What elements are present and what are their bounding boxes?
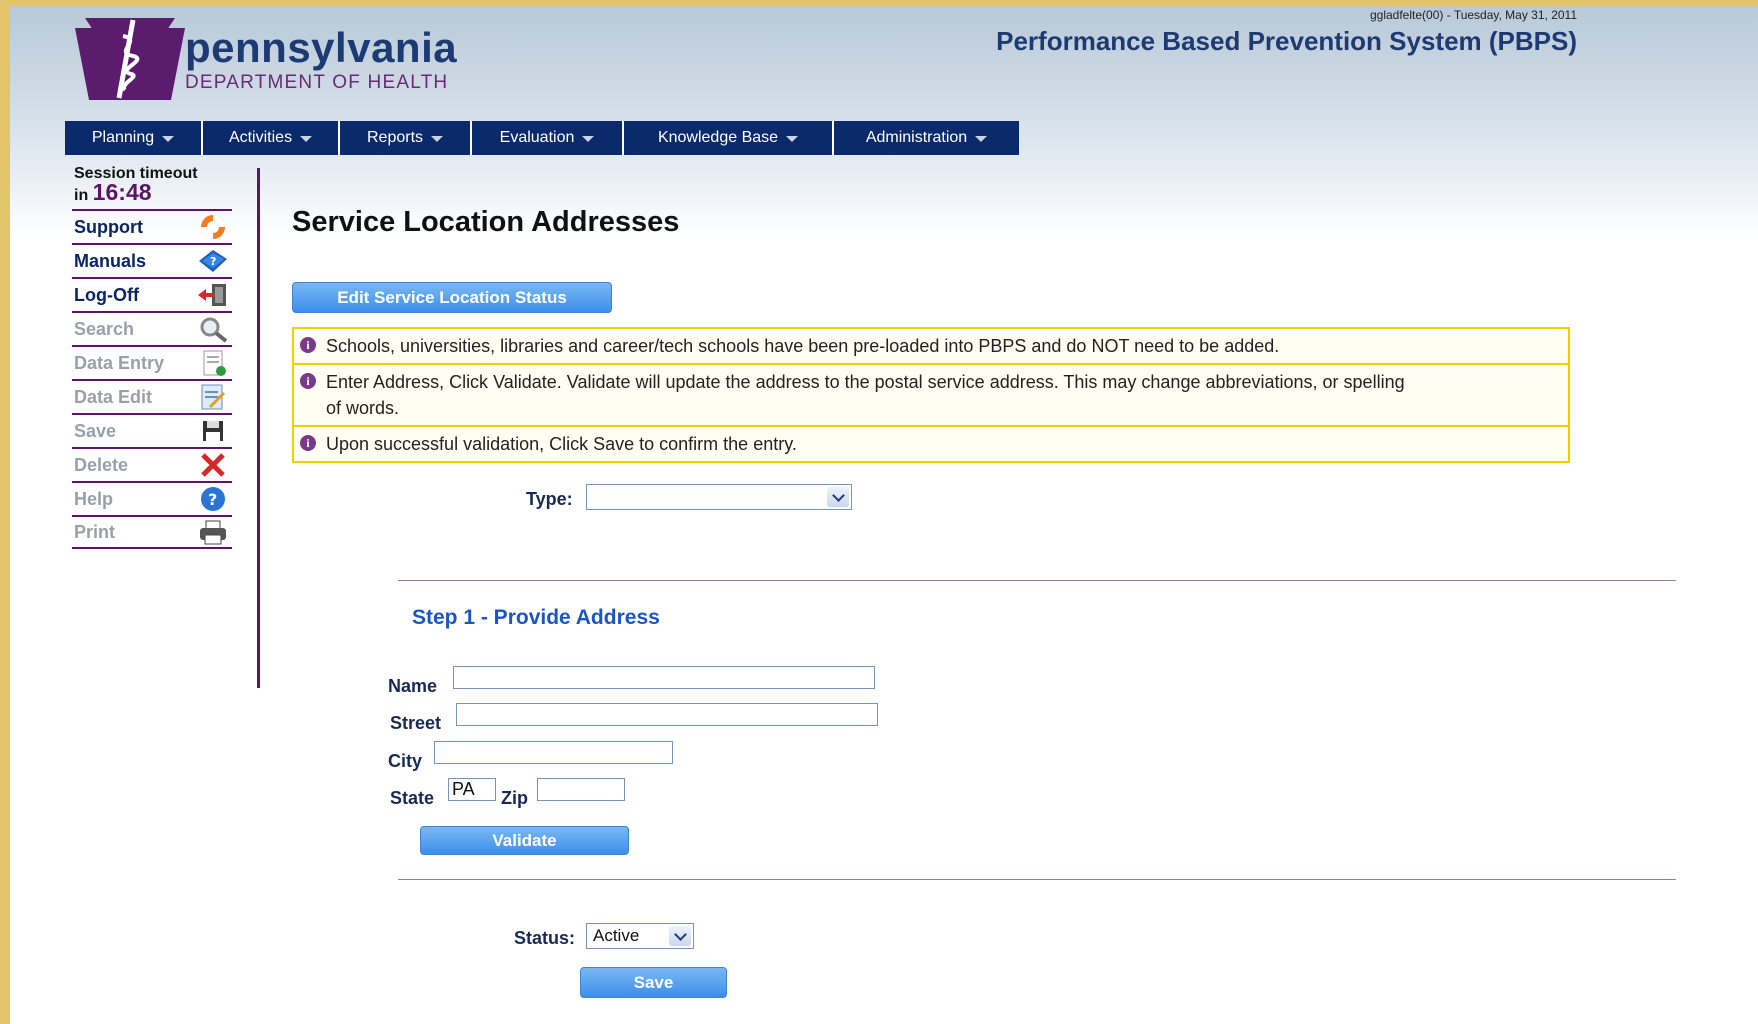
session-timeout: Session timeout in 16:48 — [72, 164, 232, 205]
nav-evaluation[interactable]: Evaluation — [472, 121, 624, 155]
sidebar: Session timeout in 16:48 Support Manuals… — [72, 164, 232, 549]
nav-label: Reports — [366, 129, 424, 146]
sidebar-item-label: Search — [74, 318, 135, 339]
street-field[interactable] — [456, 703, 878, 726]
instruction-note-text: Enter Address, Click Validate. Validate … — [326, 372, 1405, 418]
name-field[interactable] — [453, 666, 875, 689]
instruction-note: i Enter Address, Click Validate. Validat… — [292, 363, 1570, 427]
sidebar-divider — [257, 168, 260, 688]
form-edit-icon — [201, 384, 226, 410]
status-select-value: Active — [593, 926, 640, 945]
info-icon: i — [300, 435, 316, 451]
state-field[interactable]: PA — [448, 778, 496, 801]
lifebuoy-icon — [201, 215, 225, 239]
nav-label: Planning — [91, 129, 155, 146]
red-x-icon — [201, 453, 225, 477]
app-title: Performance Based Prevention System (PBP… — [996, 26, 1577, 56]
dropdown-caret-icon — [431, 136, 444, 142]
app-frame: pennsylvania DEPARTMENT OF HEALTH ggladf… — [10, 6, 1758, 1024]
brand-department: DEPARTMENT OF HEALTH — [185, 72, 449, 93]
sidebar-item-label: Log-Off — [74, 284, 139, 305]
zip-label: Zip — [501, 788, 528, 808]
city-field[interactable] — [434, 741, 673, 764]
zip-field[interactable] — [537, 778, 625, 801]
page-title: Service Location Addresses — [292, 206, 680, 238]
name-label: Name — [388, 676, 438, 696]
dropdown-caret-icon — [582, 136, 595, 142]
step-1-title: Step 1 - Provide Address — [412, 606, 660, 629]
save-button[interactable]: Save — [580, 967, 727, 998]
nav-administration[interactable]: Administration — [834, 121, 1019, 155]
sidebar-item-label: Support — [74, 216, 143, 237]
sidebar-item-save[interactable]: Save — [72, 413, 232, 447]
nav-reports[interactable]: Reports — [340, 121, 472, 155]
floppy-disk-icon — [203, 421, 223, 441]
type-select[interactable] — [586, 484, 852, 510]
info-icon: i — [300, 373, 316, 389]
sidebar-item-label: Print — [74, 521, 116, 542]
sidebar-item-support[interactable]: Support — [72, 209, 232, 243]
magnifier-icon — [200, 317, 228, 343]
instruction-note: i Upon successful validation, Click Save… — [292, 425, 1570, 463]
status-label: Status: — [514, 928, 576, 948]
instruction-note-text: Schools, universities, libraries and car… — [326, 336, 1280, 356]
status-select[interactable]: Active — [586, 923, 694, 949]
sidebar-item-delete[interactable]: Delete — [72, 447, 232, 481]
section-divider — [398, 580, 1676, 581]
chevron-down-icon — [669, 926, 691, 946]
dropdown-caret-icon — [300, 136, 313, 142]
book-icon: ? — [199, 250, 227, 272]
sidebar-item-label: Data Entry — [74, 352, 165, 373]
session-minutes: 16 — [92, 179, 119, 205]
main-nav: Planning Activities Reports Evaluation K… — [65, 121, 1019, 155]
sidebar-item-label: Manuals — [74, 250, 147, 271]
info-icon: i — [300, 337, 316, 353]
instruction-notes: i Schools, universities, libraries and c… — [292, 327, 1570, 463]
exit-door-icon — [198, 284, 226, 306]
svg-text:?: ? — [210, 255, 216, 268]
nav-label: Administration — [865, 129, 968, 146]
city-label: City — [388, 751, 423, 771]
chevron-down-icon — [827, 487, 849, 507]
type-label: Type: — [526, 489, 573, 509]
street-label: Street — [390, 713, 442, 733]
edit-service-location-status-button[interactable]: Edit Service Location Status — [292, 282, 612, 313]
session-timer: 16:48 — [93, 179, 152, 205]
dropdown-caret-icon — [786, 136, 799, 142]
question-circle-icon: ? — [201, 487, 225, 511]
section-divider — [398, 879, 1676, 880]
state-label: State — [390, 788, 435, 808]
sidebar-item-label: Delete — [74, 454, 129, 475]
sidebar-item-label: Help — [74, 488, 114, 509]
form-add-icon — [203, 350, 226, 376]
dropdown-caret-icon — [975, 136, 988, 142]
nav-activities[interactable]: Activities — [203, 121, 340, 155]
nav-label: Evaluation — [499, 129, 575, 146]
nav-planning[interactable]: Planning — [65, 121, 203, 155]
sidebar-item-label: Data Edit — [74, 386, 153, 407]
nav-knowledge-base[interactable]: Knowledge Base — [624, 121, 834, 155]
nav-label: Activities — [228, 129, 293, 146]
instruction-note: i Schools, universities, libraries and c… — [292, 327, 1570, 365]
instruction-note-text: Upon successful validation, Click Save t… — [326, 434, 797, 454]
sidebar-item-help[interactable]: Help ? — [72, 481, 232, 515]
brand-name: pennsylvania — [185, 24, 458, 71]
session-in: in — [74, 187, 89, 204]
session-separator: : — [118, 179, 126, 205]
printer-icon — [200, 520, 226, 545]
user-info: ggladfelte(00) - Tuesday, May 31, 2011 — [1369, 8, 1577, 22]
sidebar-item-data-entry[interactable]: Data Entry — [72, 345, 232, 379]
sidebar-item-search[interactable]: Search — [72, 311, 232, 345]
session-seconds: 48 — [125, 179, 152, 205]
keystone-logo-icon — [75, 18, 185, 100]
sidebar-item-label: Save — [74, 420, 117, 441]
validate-button[interactable]: Validate — [420, 826, 629, 855]
sidebar-item-manuals[interactable]: Manuals ? — [72, 243, 232, 277]
sidebar-item-print[interactable]: Print — [72, 515, 232, 549]
dropdown-caret-icon — [162, 136, 175, 142]
sidebar-item-data-edit[interactable]: Data Edit — [72, 379, 232, 413]
sidebar-item-log-off[interactable]: Log-Off — [72, 277, 232, 311]
svg-text:?: ? — [208, 490, 217, 509]
nav-label: Knowledge Base — [657, 129, 779, 146]
